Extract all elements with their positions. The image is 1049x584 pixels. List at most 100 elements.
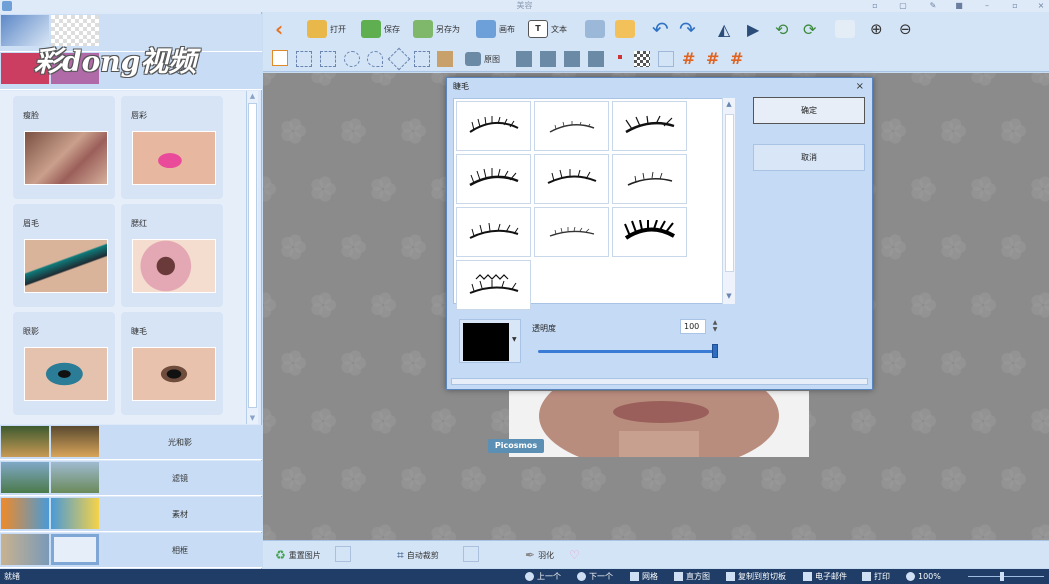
opacity-slider[interactable] — [538, 350, 716, 353]
tool-card-blush[interactable]: 腮红 — [121, 204, 223, 307]
sidebar-item-filter[interactable]: 滤镜 — [0, 461, 262, 496]
back-button[interactable]: ‹ — [275, 16, 283, 42]
eyelash-style-6[interactable] — [612, 154, 687, 204]
skin-icon[interactable]: ■ — [954, 1, 964, 11]
feather-button[interactable]: ✒ 羽化 — [525, 542, 554, 568]
magic-wand-icon[interactable] — [437, 51, 453, 67]
sidebar-item-frame[interactable]: 相框 — [0, 533, 262, 568]
pin-icon[interactable] — [612, 51, 628, 67]
redo-button[interactable]: ↷ — [679, 16, 696, 42]
grid-scroll-down-icon[interactable]: ▼ — [723, 292, 735, 300]
zoom-out-button[interactable]: ⊖ — [899, 16, 912, 42]
polygon-select-icon[interactable] — [414, 51, 430, 67]
grid-scroll-thumb[interactable] — [725, 114, 734, 272]
sidebar-item-light[interactable]: 光和影 — [0, 425, 262, 460]
photo-canvas[interactable] — [509, 391, 809, 457]
close-icon[interactable]: × — [1036, 1, 1046, 11]
eyelash-style-9[interactable] — [612, 207, 687, 257]
auto-crop-button[interactable]: ⌗ 自动裁剪 — [397, 542, 439, 568]
scroll-thumb[interactable] — [248, 103, 257, 408]
rect-select-2-icon[interactable] — [320, 51, 336, 67]
opacity-spinner[interactable]: ▲ ▼ — [709, 319, 721, 334]
image-tool-3-icon[interactable] — [564, 51, 580, 67]
rotate-right-button[interactable]: ⟳ — [803, 16, 816, 42]
print-status-button[interactable]: 打印 — [862, 569, 890, 584]
grid-scroll-up-icon[interactable]: ▲ — [723, 100, 735, 108]
reset-image-button[interactable]: ♻ 重置图片 — [275, 542, 321, 568]
eyelash-style-3[interactable] — [612, 101, 687, 151]
minimize-icon[interactable]: – — [982, 1, 992, 11]
zoom-label: 100% — [918, 572, 941, 581]
sidebar-item-label: 滤镜 — [172, 474, 188, 483]
pointer-tool-icon[interactable] — [272, 50, 288, 66]
sidebar: 美容 彩dong视频 瘦脸 唇彩 眉毛 腮红 眼影 睫毛 ▲ ▼ 光和影 滤镜 … — [0, 12, 262, 569]
image-tool-2-icon[interactable] — [540, 51, 556, 67]
eyelash-style-5[interactable] — [534, 154, 609, 204]
image-tool-1-icon[interactable] — [516, 51, 532, 67]
histogram-button[interactable]: 直方图 — [674, 569, 710, 584]
grid-scrollbar[interactable]: ▲ ▼ — [722, 98, 735, 304]
help-icon[interactable]: ▫ — [870, 1, 880, 11]
color-picker[interactable]: ▼ — [459, 319, 521, 363]
tool-card-eyelash[interactable]: 睫毛 — [121, 312, 223, 415]
open-button[interactable]: 打开 — [307, 16, 346, 42]
eyelash-style-7[interactable] — [456, 207, 531, 257]
rect-select-icon[interactable] — [296, 51, 312, 67]
hash-grid-icon[interactable]: # — [682, 49, 698, 68]
eyelash-style-2[interactable] — [534, 101, 609, 151]
rotate-left-button[interactable]: ⟲ — [775, 16, 788, 42]
heart-tool-button[interactable]: ♡ — [569, 542, 580, 568]
ellipse-select-icon[interactable] — [344, 51, 360, 67]
tool-card-face[interactable]: 瘦脸 — [13, 96, 115, 199]
scroll-up-icon[interactable]: ▲ — [247, 91, 258, 101]
hash-split-icon[interactable]: # — [730, 49, 746, 68]
fullscreen-icon[interactable]: ▢ — [898, 1, 908, 11]
flip-vertical-button[interactable]: ▶ — [747, 16, 759, 42]
zoom-in-button[interactable]: ⊕ — [870, 16, 883, 42]
opacity-slider-thumb[interactable] — [712, 344, 718, 358]
sidebar-scrollbar[interactable]: ▲ ▼ — [246, 91, 258, 424]
zoom-slider-track[interactable] — [968, 576, 1044, 577]
grid-overlay-icon[interactable] — [658, 51, 674, 67]
canvas-button[interactable]: 画布 — [476, 16, 515, 42]
histogram-label: 直方图 — [686, 572, 710, 581]
heart-select-icon[interactable] — [367, 51, 383, 67]
eyelash-style-10[interactable] — [456, 260, 531, 310]
diamond-select-icon[interactable] — [387, 47, 411, 71]
tool-card-eyeshadow[interactable]: 眼影 — [13, 312, 115, 415]
scroll-down-icon[interactable]: ▼ — [247, 413, 258, 423]
print-button[interactable] — [585, 16, 605, 42]
eyelash-style-1[interactable] — [456, 101, 531, 151]
tool-card-lipgloss[interactable]: 唇彩 — [121, 96, 223, 199]
text-button[interactable]: T 文本 — [528, 16, 567, 42]
eyelash-style-8[interactable] — [534, 207, 609, 257]
copy-clipboard-button[interactable]: 复制到剪切板 — [726, 569, 786, 584]
grid-button[interactable]: 网格 — [630, 569, 658, 584]
email-button[interactable] — [615, 16, 635, 42]
sidebar-item-material[interactable]: 素材 — [0, 497, 262, 532]
image-tool-4-icon[interactable] — [588, 51, 604, 67]
save-button[interactable]: 保存 — [361, 16, 400, 42]
prev-button[interactable]: 上一个 — [525, 569, 561, 584]
edit-icon[interactable]: ✎ — [928, 1, 938, 11]
flip-horizontal-button[interactable]: ◭ — [718, 16, 730, 42]
hash-crop-icon[interactable]: # — [706, 49, 722, 68]
undo-button[interactable]: ↶ — [652, 16, 669, 42]
ok-button[interactable]: 确定 — [753, 97, 865, 124]
original-button[interactable]: 原图 — [465, 46, 500, 72]
eraser-button[interactable] — [835, 16, 855, 42]
save-as-button[interactable]: 另存为 — [413, 16, 460, 42]
bottom-toolbar: ♻ 重置图片 ⌗ 自动裁剪 ✒ 羽化 ♡ — [263, 540, 1049, 568]
tool-card-eyebrow[interactable]: 眉毛 — [13, 204, 115, 307]
eyelash-image — [132, 347, 216, 401]
opacity-input[interactable]: 100 — [680, 319, 706, 334]
email-status-button[interactable]: 电子邮件 — [803, 569, 847, 584]
eyelash-style-4[interactable] — [456, 154, 531, 204]
dialog-close-icon[interactable]: × — [856, 81, 864, 92]
transparency-icon[interactable] — [634, 51, 650, 67]
zoom-slider-thumb[interactable] — [1000, 572, 1004, 581]
next-button[interactable]: 下一个 — [577, 569, 613, 584]
heart-icon: ♡ — [569, 548, 580, 562]
cancel-button[interactable]: 取消 — [753, 144, 865, 171]
maximize-icon[interactable]: ▫ — [1010, 1, 1020, 11]
